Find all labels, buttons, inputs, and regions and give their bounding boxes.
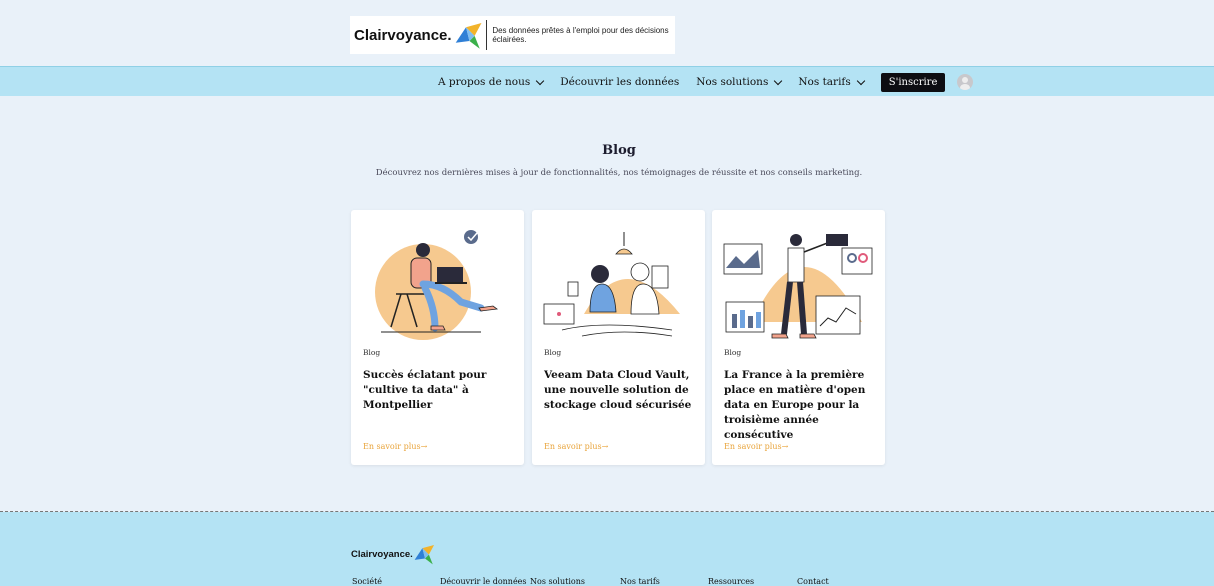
footer-col-solutions[interactable]: Nos solutions — [530, 577, 585, 586]
blog-card[interactable]: Blog La France à la première place en ma… — [712, 210, 885, 465]
nav-item-label: Découvrir les données — [560, 76, 680, 88]
blog-card[interactable]: Blog Veeam Data Cloud Vault, une nouvell… — [532, 210, 705, 465]
footer-col-decouvrir[interactable]: Découvrir le données — [440, 577, 527, 586]
logo-divider — [486, 20, 488, 50]
main-nav: A propos de nous Découvrir les données N… — [0, 66, 1214, 96]
page-subtitle: Découvrez nos dernières mises à jour de … — [375, 168, 863, 178]
user-avatar-icon[interactable] — [957, 74, 974, 90]
card-title[interactable]: Succès éclatant pour "cultive ta data" à… — [363, 368, 518, 413]
woman-laptop-chair-illustration — [375, 230, 499, 340]
logo-tagline: Des données prêtes à l'emploi pour des d… — [492, 26, 669, 44]
card-category: Blog — [363, 348, 381, 357]
footer-col-ressources[interactable]: Ressources — [708, 577, 754, 586]
footer-col-societe[interactable]: Société — [352, 577, 382, 586]
logo[interactable]: Clairvoyance. Des données prêtes à l'emp… — [350, 16, 675, 54]
footer: Clairvoyance. Société Découvrir le donné… — [0, 512, 1214, 586]
footer-logo-text: Clairvoyance. — [351, 548, 413, 560]
nav-item-a-propos[interactable]: A propos de nous — [438, 76, 545, 88]
nav-item-solutions[interactable]: Nos solutions — [696, 76, 783, 88]
logo-text: Clairvoyance. — [354, 26, 452, 44]
nav-items: A propos de nous Découvrir les données N… — [438, 67, 974, 97]
two-people-working-illustration — [543, 232, 680, 337]
nav-item-tarifs[interactable]: Nos tarifs — [798, 76, 865, 88]
card-category: Blog — [544, 348, 562, 357]
logo-mark-icon — [414, 544, 434, 565]
nav-item-decouvrir[interactable]: Découvrir les données — [560, 76, 679, 88]
read-more-link[interactable]: En savoir plus→ — [724, 442, 788, 451]
card-category: Blog — [724, 348, 742, 357]
footer-col-contact[interactable]: Contact — [797, 577, 829, 586]
chevron-down-icon — [774, 76, 783, 85]
page-title: Blog — [602, 143, 636, 158]
logo-mark-icon — [455, 22, 482, 49]
nav-item-label: Nos solutions — [696, 76, 769, 88]
read-more-link[interactable]: En savoir plus→ — [363, 442, 427, 451]
footer-logo[interactable]: Clairvoyance. — [351, 543, 437, 565]
read-more-link[interactable]: En savoir plus→ — [544, 442, 608, 451]
blog-card[interactable]: Blog Succès éclatant pour "cultive ta da… — [351, 210, 524, 465]
chevron-down-icon — [856, 76, 865, 85]
nav-item-label: A propos de nous — [438, 76, 531, 88]
footer-col-tarifs[interactable]: Nos tarifs — [620, 577, 660, 586]
signup-button[interactable]: S'inscrire — [880, 72, 946, 92]
chevron-down-icon — [536, 76, 545, 85]
man-dashboard-charts-illustration — [723, 234, 873, 339]
nav-item-label: Nos tarifs — [798, 76, 851, 88]
header: Clairvoyance. Des données prêtes à l'emp… — [0, 0, 1214, 66]
card-title[interactable]: La France à la première place en matière… — [724, 368, 879, 443]
card-title[interactable]: Veeam Data Cloud Vault, une nouvelle sol… — [544, 368, 699, 413]
